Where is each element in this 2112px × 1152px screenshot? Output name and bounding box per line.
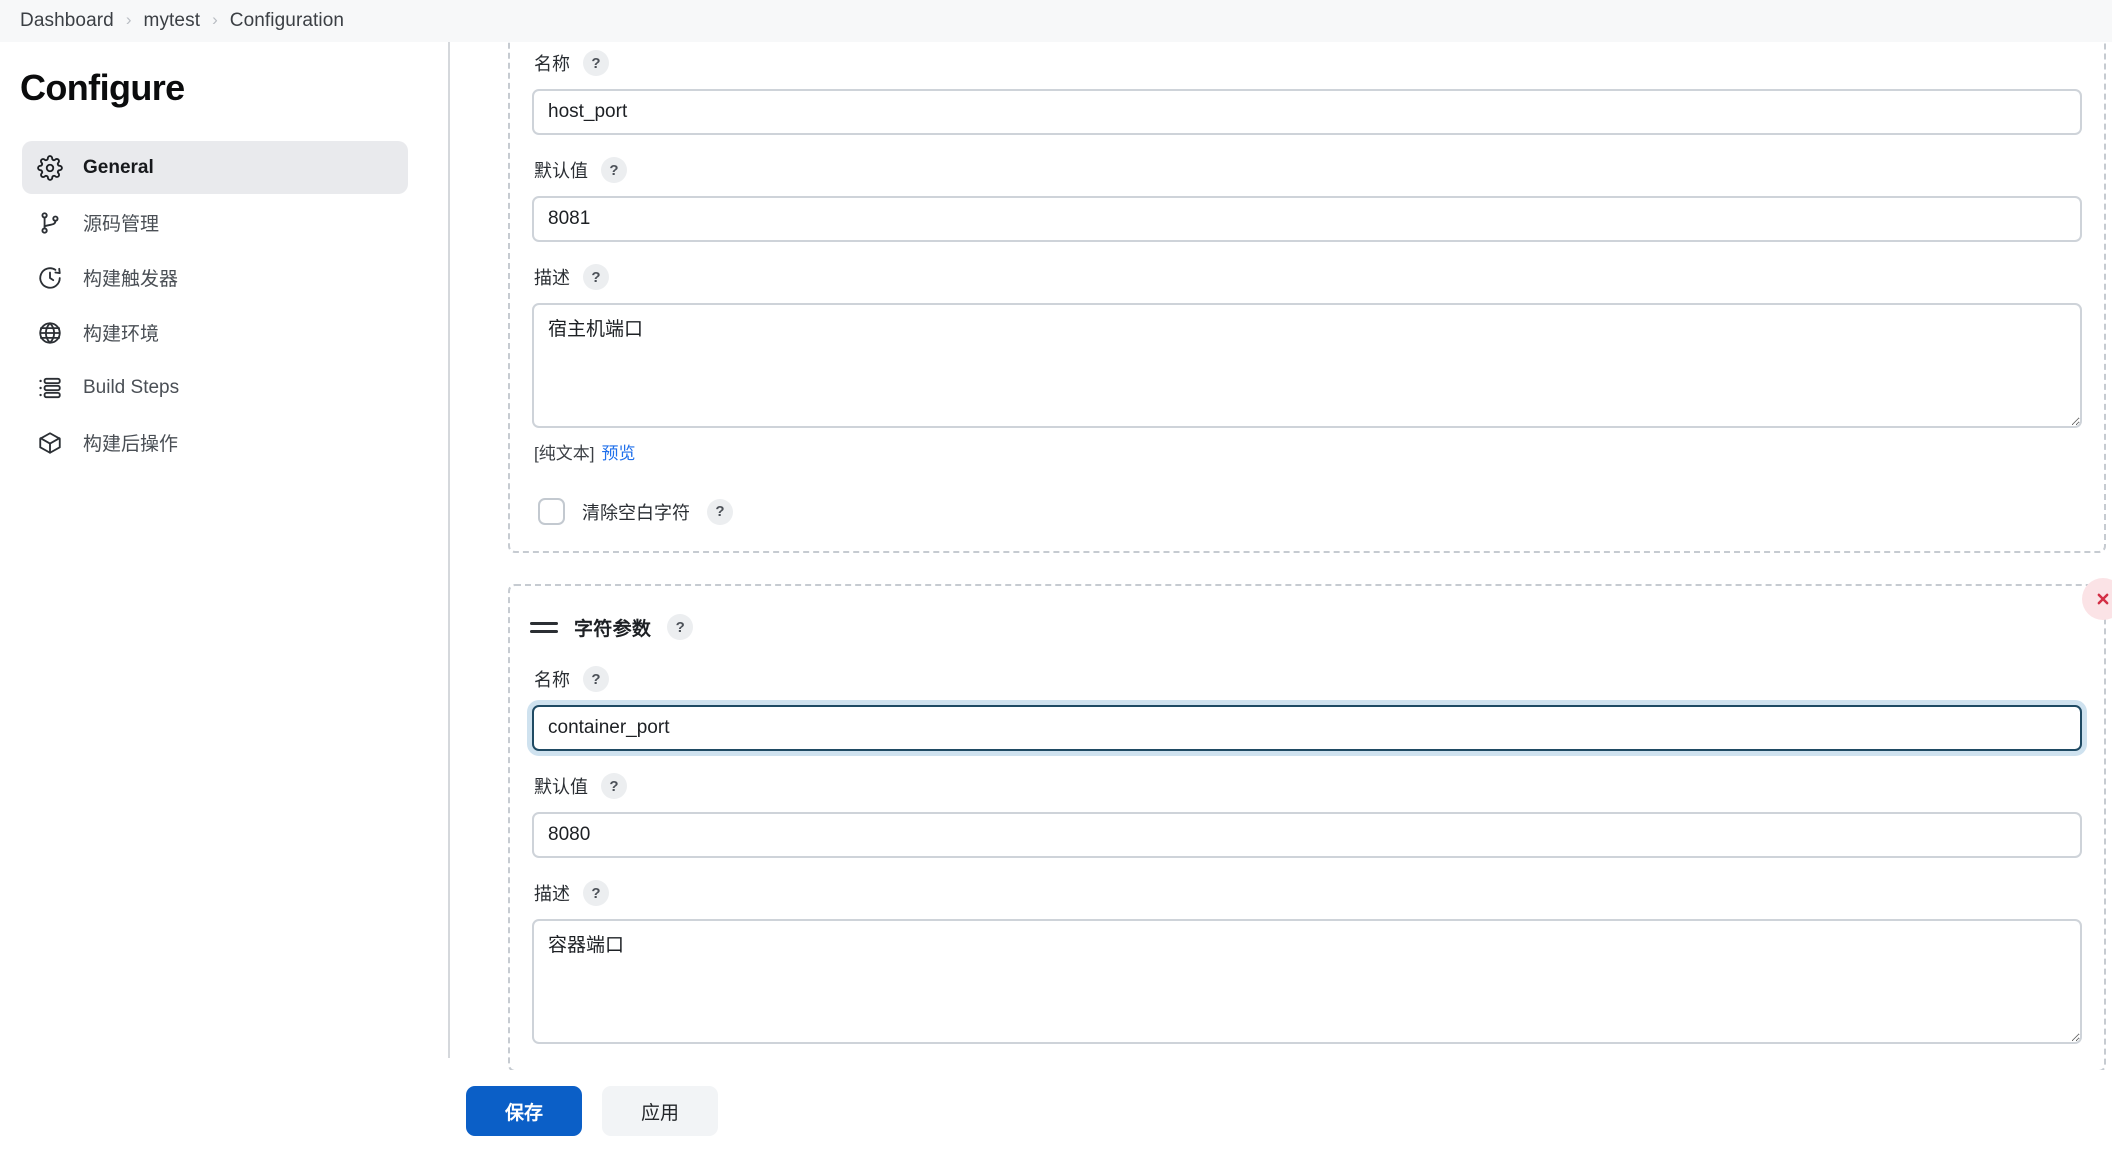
parameter-description-label-row: 描述 ? [532,880,2082,906]
help-icon[interactable]: ? [667,614,694,640]
parameter-default-field: 默认值 ? [532,157,2082,242]
configuration-form: 字符参数 ? 名称 ? 默认值 ? [430,0,2112,1070]
description-format-row: [纯文本] 预览 [532,439,2082,464]
parameter-panel: 字符参数 ? 名称 ? 默认值 ? [508,0,2112,553]
sidebar-item-label: General [83,156,154,178]
clock-icon [36,264,64,292]
help-icon[interactable]: ? [583,880,609,906]
description-format-note: [纯文本] [534,444,595,463]
sidebar: Configure General 源码管理 构建触发器 构建环境 Build … [0,42,430,1152]
trim-whitespace-row[interactable]: 清除空白字符 ? [532,498,2082,525]
parameter-panel-header: 字符参数 ? [510,604,2104,644]
parameter-name-field: 名称 ? [532,50,2082,135]
sidebar-item-build-triggers[interactable]: 构建触发器 [22,251,408,304]
breadcrumb-item-configuration[interactable]: Configuration [220,10,354,32]
sidebar-item-label: 构建后操作 [83,434,179,455]
field-label-text: 名称 [534,670,570,690]
drag-handle-icon[interactable] [530,616,558,638]
sidebar-item-general[interactable]: General [22,141,408,194]
gear-icon [36,154,64,182]
field-label-text: 默认值 [534,161,588,181]
field-label-text: 默认值 [534,777,588,797]
breadcrumb-separator-icon: › [212,10,218,29]
breadcrumb-bar: Dashboard › mytest › Configuration [0,0,2112,42]
parameter-description-textarea[interactable] [532,919,2082,1044]
parameter-panel: 字符参数 ? 名称 ? 默认值 ? [508,578,2112,1070]
parameter-default-label-row: 默认值 ? [532,157,2082,183]
parameter-description-label-row: 描述 ? [532,264,2082,290]
breadcrumb: Dashboard › mytest › Configuration [10,10,354,32]
trim-whitespace-checkbox[interactable] [538,498,565,525]
parameter-type-title: 字符参数 [574,618,652,640]
parameter-description-field: 描述 ? [532,880,2082,1044]
parameter-default-label-row: 默认值 ? [532,773,2082,799]
breadcrumb-item-dashboard[interactable]: Dashboard [10,10,124,32]
sidebar-item-label: 构建环境 [83,324,160,345]
help-icon[interactable]: ? [601,157,627,183]
help-icon[interactable]: ? [707,498,733,525]
sidebar-nav: General 源码管理 构建触发器 构建环境 Build Steps 构建后操… [22,141,408,469]
action-buttons: 保存 应用 [466,1086,718,1136]
parameter-panel-body: 名称 ? 默认值 ? 描述 [510,666,2104,1044]
parameter-description-textarea[interactable] [532,303,2082,428]
page-title: Configure [20,67,185,108]
sidebar-item-build-steps[interactable]: Build Steps [22,361,408,414]
app-root: Dashboard › mytest › Configuration Confi… [0,0,2112,1152]
globe-icon [36,319,64,347]
sidebar-item-label: Build Steps [83,376,180,398]
sidebar-item-build-environment[interactable]: 构建环境 [22,306,408,359]
branch-icon [36,209,64,237]
parameter-default-input[interactable] [532,812,2082,858]
repeatable-container-rule [448,0,450,1058]
parameter-name-input[interactable] [532,89,2082,135]
field-label-text: 描述 [534,884,570,904]
breadcrumb-separator-icon: › [125,10,132,29]
help-icon[interactable]: ? [583,264,609,290]
sidebar-item-post-build-actions[interactable]: 构建后操作 [22,416,408,469]
package-icon [36,429,64,457]
help-icon[interactable]: ? [601,773,627,799]
help-icon[interactable]: ? [583,50,609,76]
parameter-panel-body: 名称 ? 默认值 ? 描述 [510,50,2104,525]
form-action-bar: 保存 应用 [0,1070,2112,1152]
close-icon [2097,593,2109,605]
parameter-name-field: 名称 ? [532,666,2082,751]
apply-button[interactable]: 应用 [602,1086,718,1136]
parameter-default-input[interactable] [532,196,2082,242]
list-icon [36,374,64,402]
preview-link[interactable]: 预览 [601,439,635,464]
parameter-name-label-row: 名称 ? [532,666,2082,692]
trim-whitespace-label: 清除空白字符 [582,502,690,523]
sidebar-item-label: 构建触发器 [83,269,179,290]
sidebar-item-label: 源码管理 [83,214,160,235]
parameter-name-label-row: 名称 ? [532,50,2082,76]
sidebar-item-source-code-management[interactable]: 源码管理 [22,196,408,249]
parameter-default-field: 默认值 ? [532,773,2082,858]
help-icon[interactable]: ? [583,666,609,692]
save-button[interactable]: 保存 [466,1086,582,1136]
field-label-text: 名称 [534,54,570,74]
parameter-name-input[interactable] [532,705,2082,751]
parameter-description-field: 描述 ? [纯文本] 预览 [532,264,2082,464]
breadcrumb-item-mytest[interactable]: mytest [134,10,211,32]
field-label-text: 描述 [534,268,570,288]
